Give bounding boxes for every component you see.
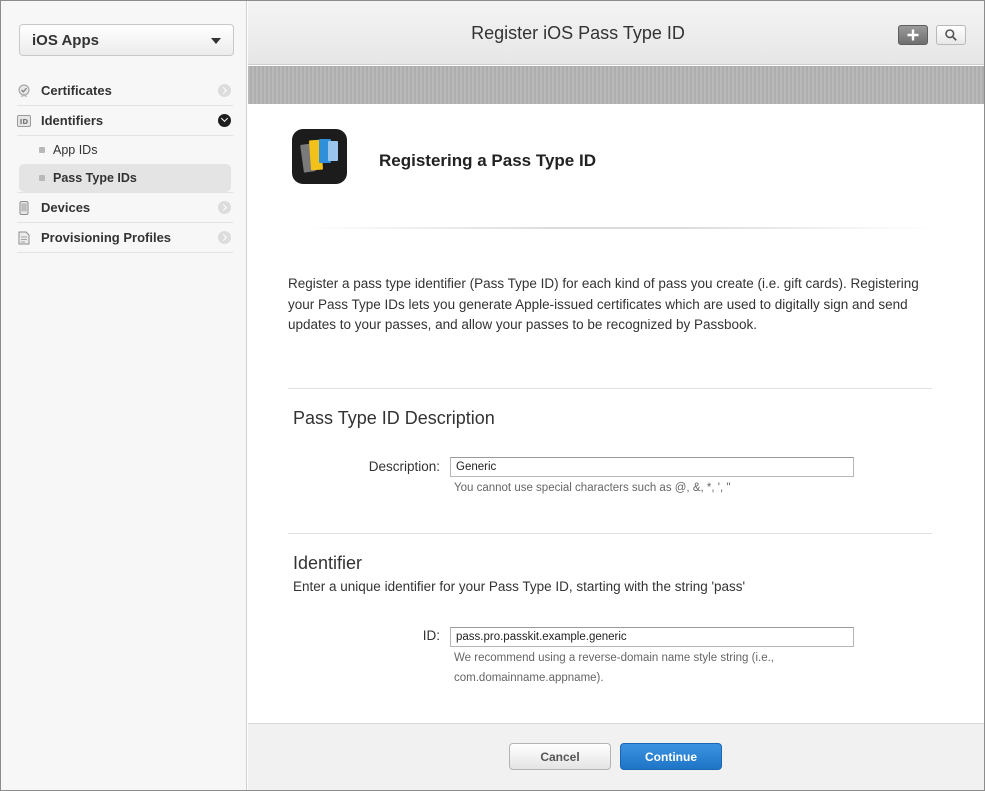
id-icon: ID — [17, 114, 31, 128]
chevron-right-icon — [218, 201, 231, 214]
identifier-section-title: Identifier — [293, 553, 363, 573]
id-input[interactable] — [450, 627, 854, 647]
cancel-button[interactable]: Cancel — [509, 743, 611, 770]
description-section-title: Pass Type ID Description — [293, 408, 495, 428]
chevron-right-icon — [218, 84, 231, 97]
sidebar-item-label: Identifiers — [41, 113, 104, 128]
identifier-section-subtitle: Enter a unique identifier for your Pass … — [293, 579, 746, 594]
section-heading: Registering a Pass Type ID — [379, 151, 596, 170]
heading-divider — [303, 227, 933, 229]
divider — [288, 388, 932, 389]
chevron-right-icon — [218, 231, 231, 244]
page-header: Register iOS Pass Type ID — [248, 1, 984, 65]
platform-select-label: iOS Apps — [32, 31, 99, 49]
plus-icon — [907, 29, 919, 41]
intro-text: Register a pass type identifier (Pass Ty… — [288, 276, 919, 332]
search-icon — [945, 29, 957, 41]
continue-button[interactable]: Continue — [620, 743, 722, 770]
sidebar-item-label: Certificates — [41, 83, 112, 98]
device-icon — [17, 200, 31, 215]
search-button[interactable] — [936, 25, 966, 45]
page-title: Register iOS Pass Type ID — [471, 23, 685, 43]
sidebar-subitem-label: App IDs — [53, 143, 98, 157]
chevron-down-icon — [211, 38, 221, 44]
sidebar-item-label: Provisioning Profiles — [41, 230, 172, 245]
sidebar: iOS Apps Certificates ID Identifiers App… — [1, 1, 247, 790]
passbook-icon — [292, 129, 347, 184]
sidebar-nav: Certificates ID Identifiers App IDs Pass… — [17, 76, 233, 253]
main-content: Registering a Pass Type ID Register a pa… — [248, 104, 984, 723]
sidebar-item-devices[interactable]: Devices — [17, 193, 233, 223]
sidebar-subitem-label: Pass Type IDs — [53, 171, 137, 185]
divider — [288, 533, 932, 534]
svg-text:ID: ID — [20, 118, 29, 126]
sidebar-item-identifiers[interactable]: ID Identifiers — [17, 106, 233, 136]
sidebar-item-certificates[interactable]: Certificates — [17, 76, 233, 106]
bullet-icon — [39, 175, 45, 181]
sidebar-item-provisioning-profiles[interactable]: Provisioning Profiles — [17, 223, 233, 253]
description-hint: You cannot use special characters such a… — [454, 482, 731, 494]
sidebar-item-label: Devices — [41, 200, 91, 215]
sidebar-subitem-app-ids[interactable]: App IDs — [17, 136, 233, 164]
profile-icon — [17, 231, 31, 245]
platform-select[interactable]: iOS Apps — [19, 24, 234, 56]
bullet-icon — [39, 147, 45, 153]
description-label: Description: — [368, 459, 440, 474]
chevron-down-icon — [218, 114, 231, 127]
sidebar-subitem-pass-type-ids[interactable]: Pass Type IDs — [19, 164, 231, 192]
header-stripe — [248, 66, 984, 104]
description-input[interactable] — [450, 457, 854, 477]
identifiers-submenu: App IDs Pass Type IDs — [17, 136, 233, 193]
certificate-icon — [17, 84, 31, 98]
id-hint: We recommend using a reverse-domain name… — [454, 652, 775, 684]
add-button[interactable] — [898, 25, 928, 45]
form-footer: Cancel Continue — [248, 723, 984, 790]
id-label: ID: — [422, 628, 440, 643]
